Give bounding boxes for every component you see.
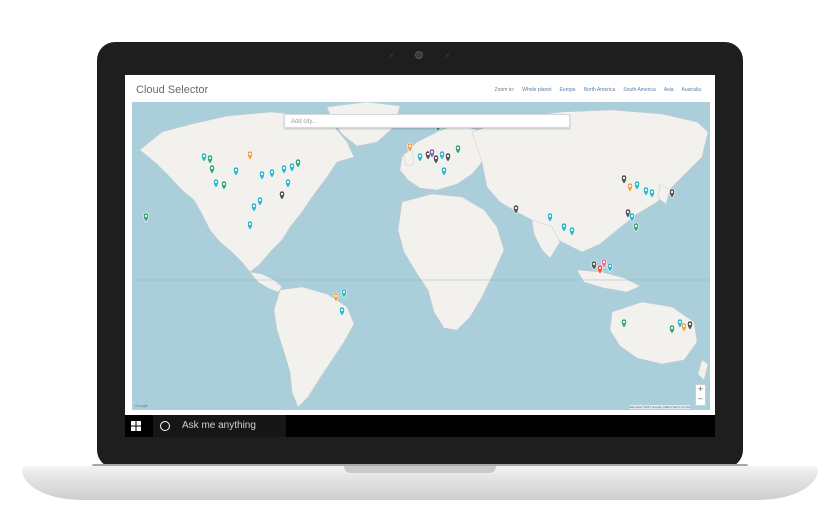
zoom-link-europe[interactable]: Europe <box>559 87 575 93</box>
google-logo: Google <box>135 403 148 408</box>
map-pin-dot <box>210 166 214 170</box>
webcam-icon <box>416 52 422 58</box>
map-pin-dot <box>440 152 444 156</box>
map-pin-dot <box>570 228 574 232</box>
map-pin-dot <box>670 190 674 194</box>
map-pin-dot <box>234 168 238 172</box>
windows-taskbar: Ask me anything <box>125 415 715 437</box>
map-pin-dot <box>635 182 639 186</box>
map-pin-icon[interactable] <box>341 288 347 299</box>
app-title: Cloud Selector <box>136 84 209 96</box>
map-pin-dot <box>682 324 686 328</box>
map-pin-dot <box>678 320 682 324</box>
map-pin-icon[interactable] <box>629 212 635 223</box>
map-pin-dot <box>258 198 262 202</box>
windows-logo-icon[interactable] <box>131 421 141 431</box>
map-pin-dot <box>252 204 256 208</box>
map-pin-dot <box>442 168 446 172</box>
map-pin-dot <box>446 154 450 158</box>
map-pin-dot <box>280 192 284 196</box>
map-pin-dot <box>334 294 338 298</box>
map-pin-dot <box>622 176 626 180</box>
map-pin-dot <box>144 214 148 218</box>
map-pin-dot <box>644 188 648 192</box>
landmass-central-america <box>249 271 283 293</box>
map-pin-dot <box>650 190 654 194</box>
cortana-circle-icon[interactable] <box>160 421 170 431</box>
sensor-dot <box>446 54 449 57</box>
map-pin-dot <box>430 150 434 154</box>
map-pin-dot <box>426 152 430 156</box>
laptop-notch <box>344 466 496 473</box>
continent-australia <box>609 301 698 365</box>
landmass-new-zealand <box>697 359 709 381</box>
map-pin-dot <box>602 260 606 264</box>
map-pin-dot <box>670 326 674 330</box>
world-map[interactable]: Add city... Google Map data ©2017 Google… <box>132 102 710 410</box>
map-zoom-control: + − <box>695 384 706 406</box>
landmass-indonesia <box>576 269 641 293</box>
map-pin-dot <box>282 166 286 170</box>
map-pin-icon[interactable] <box>669 188 675 199</box>
add-city-input[interactable]: Add city... <box>284 114 570 128</box>
map-pin-icon[interactable] <box>607 262 613 273</box>
map-pin-dot <box>248 222 252 226</box>
continent-south-america <box>273 286 355 408</box>
zoom-link-asia[interactable]: Asia <box>664 87 674 93</box>
zoom-in-button[interactable]: + <box>696 385 705 395</box>
screen: Cloud Selector Zoom to: Whole planet Eur… <box>125 75 715 437</box>
map-attribution: Map data ©2017 Google, INEGI Terms of Us… <box>628 405 690 409</box>
map-pin-dot <box>342 290 346 294</box>
map-pin-dot <box>340 308 344 312</box>
map-pin-dot <box>548 214 552 218</box>
zoom-link-whole-planet[interactable]: Whole planet <box>522 87 551 93</box>
map-pin-dot <box>260 172 264 176</box>
continent-north-america <box>139 111 355 273</box>
landmass-uk <box>403 149 415 167</box>
map-pin-dot <box>434 156 438 160</box>
map-pin-dot <box>608 264 612 268</box>
map-pin-dot <box>592 262 596 266</box>
continent-africa <box>397 193 505 331</box>
map-pin-dot <box>222 182 226 186</box>
map-pin-icon[interactable] <box>591 260 597 271</box>
map-pin-dot <box>296 160 300 164</box>
map-pin-icon[interactable] <box>143 212 149 223</box>
map-pin-dot <box>622 320 626 324</box>
map-pin-dot <box>626 210 630 214</box>
map-pin-dot <box>202 154 206 158</box>
zoom-out-button[interactable]: − <box>696 395 705 405</box>
zoom-link-north-america[interactable]: North America <box>584 87 616 93</box>
map-pin-dot <box>598 266 602 270</box>
map-pin-dot <box>408 144 412 148</box>
map-pin-dot <box>270 170 274 174</box>
map-pin-dot <box>628 184 632 188</box>
map-pin-dot <box>456 146 460 150</box>
map-pin-dot <box>562 224 566 228</box>
map-pin-dot <box>630 214 634 218</box>
map-pin-dot <box>514 206 518 210</box>
map-pin-dot <box>248 152 252 156</box>
cortana-search-text: Ask me anything <box>182 420 256 431</box>
map-pin-dot <box>418 154 422 158</box>
zoom-link-south-america[interactable]: South America <box>623 87 656 93</box>
map-canvas <box>132 102 710 408</box>
continent-asia <box>471 109 709 253</box>
zoom-nav: Zoom to: Whole planet Europe North Ameri… <box>495 87 701 93</box>
map-pin-dot <box>634 224 638 228</box>
map-pin-dot <box>286 180 290 184</box>
map-pin-dot <box>208 156 212 160</box>
map-pin-dot <box>290 164 294 168</box>
zoom-link-australia[interactable]: Australia <box>682 87 701 93</box>
map-pin-dot <box>688 322 692 326</box>
app-header: Cloud Selector Zoom to: Whole planet Eur… <box>125 75 715 101</box>
map-pin-dot <box>214 180 218 184</box>
sensor-dot <box>390 54 393 57</box>
map-pin-icon[interactable] <box>633 222 639 233</box>
zoom-label: Zoom to: <box>494 87 515 93</box>
